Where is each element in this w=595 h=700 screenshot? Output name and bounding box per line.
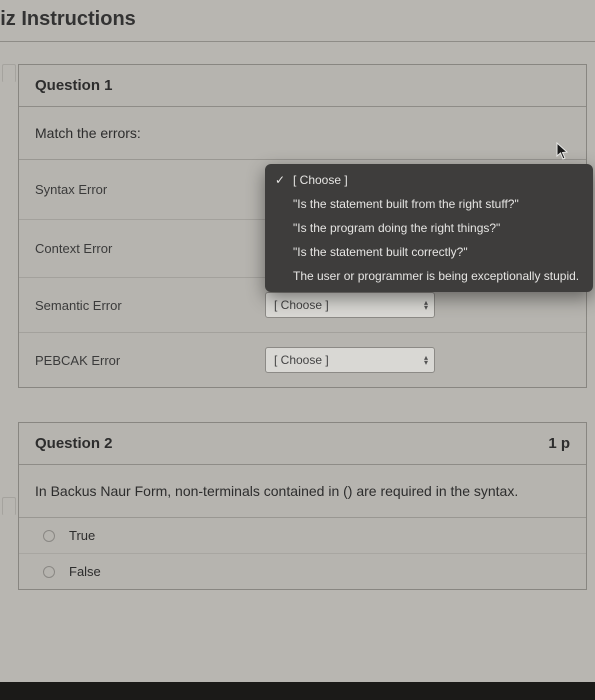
chevron-updown-icon: ▴▾ bbox=[424, 355, 428, 365]
match-label: Context Error bbox=[35, 241, 265, 256]
question-1-header: Question 1 bbox=[19, 65, 586, 107]
match-label: Syntax Error bbox=[35, 182, 265, 197]
select-value: [ Choose ] bbox=[274, 353, 329, 367]
select-pebcak[interactable]: [ Choose ] ▴▾ bbox=[265, 347, 435, 373]
question-2-title: Question 2 bbox=[35, 435, 113, 452]
question-1-title: Question 1 bbox=[35, 77, 113, 94]
match-row-pebcak: PEBCAK Error [ Choose ] ▴▾ bbox=[19, 333, 586, 387]
bookmark-icon[interactable] bbox=[2, 64, 16, 82]
option-true[interactable]: True bbox=[19, 518, 586, 554]
dropdown-item[interactable]: "Is the statement built from the right s… bbox=[265, 192, 593, 216]
radio-icon bbox=[43, 530, 55, 542]
cursor-icon bbox=[556, 142, 570, 160]
option-false[interactable]: False bbox=[19, 554, 586, 589]
page-title: uiz Instructions bbox=[0, 0, 595, 42]
dropdown-item[interactable]: "Is the statement built correctly?" bbox=[265, 240, 593, 264]
radio-icon bbox=[43, 566, 55, 578]
dropdown-menu[interactable]: [ Choose ] "Is the statement built from … bbox=[265, 164, 593, 292]
dropdown-item-choose[interactable]: [ Choose ] bbox=[265, 168, 593, 192]
match-label: Semantic Error bbox=[35, 298, 265, 313]
dropdown-item[interactable]: The user or programmer is being exceptio… bbox=[265, 264, 593, 288]
bottom-edge bbox=[0, 682, 595, 700]
question-2-block: Question 2 1 p In Backus Naur Form, non-… bbox=[18, 422, 587, 590]
match-row-syntax: Syntax Error [ Choose ] "Is the statemen… bbox=[19, 160, 586, 220]
bookmark-icon[interactable] bbox=[2, 497, 16, 515]
dropdown-item[interactable]: "Is the program doing the right things?" bbox=[265, 216, 593, 240]
question-1-block: Question 1 Match the errors: Syntax Erro… bbox=[18, 64, 587, 388]
question-1-prompt: Match the errors: bbox=[19, 107, 586, 160]
question-2-prompt: In Backus Naur Form, non-terminals conta… bbox=[19, 465, 586, 518]
option-label: False bbox=[69, 564, 101, 579]
chevron-updown-icon: ▴▾ bbox=[424, 300, 428, 310]
select-semantic[interactable]: [ Choose ] ▴▾ bbox=[265, 292, 435, 318]
option-label: True bbox=[69, 528, 95, 543]
select-value: [ Choose ] bbox=[274, 298, 329, 312]
question-2-header: Question 2 1 p bbox=[19, 423, 586, 465]
match-label: PEBCAK Error bbox=[35, 353, 265, 368]
question-2-points: 1 p bbox=[548, 435, 570, 452]
